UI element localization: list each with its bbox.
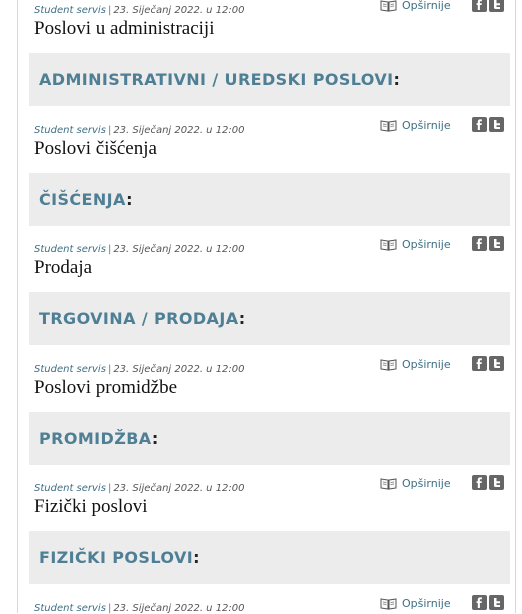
- read-more-label: Opširnije: [402, 0, 451, 12]
- share-icons: [472, 475, 504, 490]
- category-label[interactable]: PROMIDŽBA:: [39, 429, 159, 448]
- book-icon: [380, 358, 397, 371]
- read-more-label: Opširnije: [402, 596, 451, 610]
- read-more-link[interactable]: Opširnije: [380, 475, 451, 491]
- twitter-icon[interactable]: [489, 595, 504, 610]
- post-date: 23. Siječanj 2022. u 12:00: [113, 364, 245, 375]
- post-title[interactable]: Poslovi promidžbe: [34, 377, 177, 399]
- category-band: TRGOVINA / PRODAJA:: [29, 292, 510, 345]
- category-band: ČIŠĆENJA:: [29, 173, 510, 226]
- category-band: FIZIČKI POSLOVI:: [29, 531, 510, 584]
- book-icon: [380, 597, 397, 610]
- read-more-label: Opširnije: [402, 118, 451, 132]
- post-title[interactable]: Poslovi u administraciji: [34, 18, 215, 40]
- read-more-link[interactable]: Opširnije: [380, 236, 451, 252]
- twitter-icon[interactable]: [489, 117, 504, 132]
- read-more-link[interactable]: Opširnije: [380, 356, 451, 372]
- book-icon: [380, 0, 397, 12]
- post-meta: Student servis | 23. Siječanj 2022. u 12:0…: [34, 483, 245, 494]
- facebook-icon[interactable]: [472, 0, 487, 12]
- author-link[interactable]: Student servis: [34, 364, 106, 375]
- post-meta: Student servis | 23. Siječanj 2022. u 12:0…: [34, 244, 245, 255]
- share-icons: [472, 0, 504, 12]
- facebook-icon[interactable]: [472, 356, 487, 371]
- post-title[interactable]: Prodaja: [34, 257, 92, 279]
- post-date: 23. Siječanj 2022. u 12:00: [113, 603, 245, 614]
- category-label[interactable]: ČIŠĆENJA:: [39, 190, 133, 209]
- author-link[interactable]: Student servis: [34, 125, 106, 136]
- post-meta: Student servis | 23. Siječanj 2022. u 12:0…: [34, 364, 245, 375]
- facebook-icon[interactable]: [472, 595, 487, 610]
- read-more-link[interactable]: Opširnije: [380, 117, 451, 133]
- post-title[interactable]: Fizički poslovi: [34, 496, 147, 518]
- post-date: 23. Siječanj 2022. u 12:00: [113, 125, 245, 136]
- book-icon: [380, 477, 397, 490]
- post-item: Student servis | 23. Siječanj 2022. u 12:0…: [0, 113, 522, 232]
- post-item: Student servis | 23. Siječanj 2022. u 12:0…: [0, 232, 522, 351]
- post-item: Student servis | 23. Siječanj 2022. u 12:0…: [0, 591, 522, 614]
- author-link[interactable]: Student servis: [34, 603, 106, 614]
- read-more-label: Opširnije: [402, 357, 451, 371]
- post-meta: Student servis | 23. Siječanj 2022. u 12:0…: [34, 125, 245, 136]
- read-more-link[interactable]: Opširnije: [380, 595, 451, 611]
- author-link[interactable]: Student servis: [34, 244, 106, 255]
- read-more-link[interactable]: Opširnije: [380, 0, 451, 13]
- category-label[interactable]: ADMINISTRATIVNI / UREDSKI POSLOVI:: [39, 70, 400, 89]
- share-icons: [472, 236, 504, 251]
- post-date: 23. Siječanj 2022. u 12:00: [113, 244, 245, 255]
- post-item: Student servis | 23. Siječanj 2022. u 12:0…: [0, 0, 522, 112]
- read-more-label: Opširnije: [402, 476, 451, 490]
- share-icons: [472, 356, 504, 371]
- post-item: Student servis | 23. Siječanj 2022. u 12:0…: [0, 352, 522, 471]
- category-label[interactable]: FIZIČKI POSLOVI:: [39, 548, 200, 567]
- post-date: 23. Siječanj 2022. u 12:00: [113, 483, 245, 494]
- twitter-icon[interactable]: [489, 475, 504, 490]
- read-more-label: Opširnije: [402, 237, 451, 251]
- author-link[interactable]: Student servis: [34, 483, 106, 494]
- post-meta: Student servis | 23. Siječanj 2022. u 12:0…: [34, 5, 245, 16]
- category-label[interactable]: TRGOVINA / PRODAJA:: [39, 309, 246, 328]
- book-icon: [380, 119, 397, 132]
- author-link[interactable]: Student servis: [34, 5, 106, 16]
- category-band: ADMINISTRATIVNI / UREDSKI POSLOVI:: [29, 53, 510, 106]
- post-date: 23. Siječanj 2022. u 12:00: [113, 5, 245, 16]
- book-icon: [380, 238, 397, 251]
- post-meta: Student servis | 23. Siječanj 2022. u 12:0…: [34, 603, 245, 614]
- post-item: Student servis | 23. Siječanj 2022. u 12:0…: [0, 471, 522, 590]
- facebook-icon[interactable]: [472, 236, 487, 251]
- facebook-icon[interactable]: [472, 475, 487, 490]
- twitter-icon[interactable]: [489, 236, 504, 251]
- share-icons: [472, 595, 504, 610]
- twitter-icon[interactable]: [489, 0, 504, 12]
- category-band: PROMIDŽBA:: [29, 412, 510, 465]
- twitter-icon[interactable]: [489, 356, 504, 371]
- post-title[interactable]: Poslovi čišćenja: [34, 138, 157, 160]
- share-icons: [472, 117, 504, 132]
- facebook-icon[interactable]: [472, 117, 487, 132]
